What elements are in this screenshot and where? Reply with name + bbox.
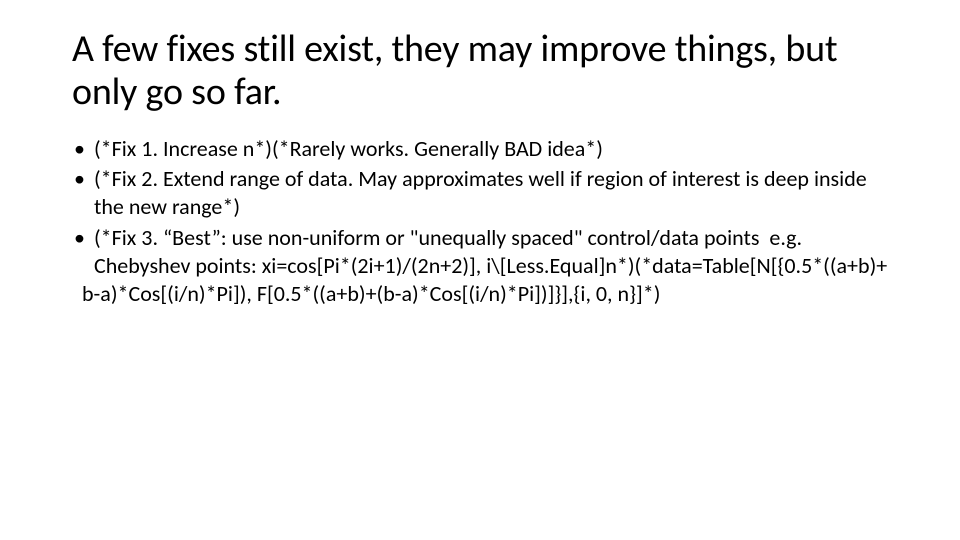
bullet-text: (*Fix 2. Extend range of data. May appro… — [94, 165, 867, 220]
bullet-text: (*Fix 1. Increase n*)(*Rarely works. Gen… — [94, 135, 603, 162]
bullet-list: (*Fix 1. Increase n*)(*Rarely works. Gen… — [72, 135, 888, 308]
slide: A few fixes still exist, they may improv… — [0, 0, 960, 308]
list-item: (*Fix 3. “Best”: use non-uniform or "une… — [72, 224, 888, 308]
bullet-text: (*Fix 3. “Best”: use non-uniform or "une… — [94, 224, 887, 279]
slide-title: A few fixes still exist, they may improv… — [72, 28, 888, 113]
list-item: (*Fix 2. Extend range of data. May appro… — [72, 165, 888, 221]
bullet-continuation: b-a)*Cos[(i/n)*Pi]), F[0.5*((a+b)+(b-a)*… — [82, 280, 888, 308]
list-item: (*Fix 1. Increase n*)(*Rarely works. Gen… — [72, 135, 888, 163]
